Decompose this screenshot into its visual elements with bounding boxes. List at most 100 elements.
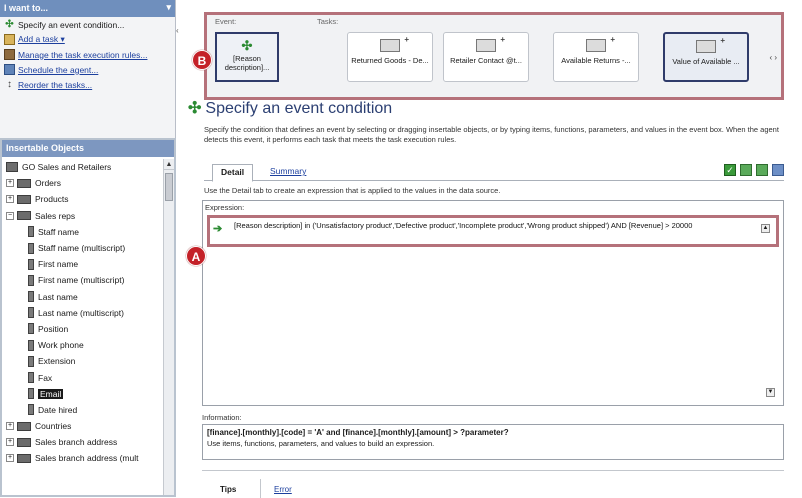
- properties-icon[interactable]: [756, 164, 768, 176]
- event-task-toolbar: Event: Tasks: ✣ [Reason description]... …: [204, 12, 784, 100]
- column-icon: [28, 388, 34, 400]
- tree-node[interactable]: + Sales branch address (mult: [2, 450, 174, 466]
- task-list: ✣ Specify an event condition... Add a task…: [0, 17, 175, 92]
- tree-node[interactable]: Last name (multiscript): [2, 305, 174, 321]
- tips-bar: Tips Error: [202, 470, 784, 498]
- task-card[interactable]: + Retailer Contact @t...: [443, 32, 529, 82]
- tab-bar: Detail Summary ✓: [204, 161, 784, 182]
- tree-node-label: Email: [38, 388, 64, 399]
- information-expression: [finance].[monthly].[code] = 'A' and [fi…: [207, 428, 509, 437]
- task-type-icon: +: [586, 35, 615, 52]
- tree-node-label: GO Sales and Retailers: [22, 162, 112, 173]
- task-card[interactable]: + Returned Goods - De...: [347, 32, 433, 82]
- scroll-tasks-icon[interactable]: ‹ ›: [769, 53, 777, 62]
- tree-node[interactable]: Fax: [2, 369, 174, 385]
- event-card[interactable]: ✣ [Reason description]...: [215, 32, 279, 82]
- insert-icon[interactable]: [740, 164, 752, 176]
- task-link[interactable]: Reorder the tasks...: [18, 80, 92, 90]
- tree-node-label: First name: [38, 259, 79, 270]
- task-link[interactable]: Schedule the agent...: [18, 65, 98, 75]
- column-icon: [28, 258, 34, 270]
- task-pane-header[interactable]: I want to... ▾: [0, 0, 175, 17]
- collapse-pane-icon[interactable]: ‹: [176, 26, 182, 40]
- validate-icon[interactable]: ✓: [724, 164, 736, 176]
- column-icon: [28, 372, 34, 384]
- tree-node-label: Products: [35, 194, 69, 205]
- tree-node[interactable]: Work phone: [2, 337, 174, 353]
- tree-node[interactable]: Staff name (multiscript): [2, 240, 174, 256]
- task-item[interactable]: Add a task ▾: [0, 32, 175, 47]
- tree-node[interactable]: First name (multiscript): [2, 272, 174, 288]
- add-icon: +: [720, 36, 725, 45]
- tree-node[interactable]: Staff name: [2, 224, 174, 240]
- expression-row[interactable]: ➔ [Reason description] in ('Unsatisfacto…: [207, 215, 779, 247]
- tree-node[interactable]: + Countries: [2, 418, 174, 434]
- tree-node-label: Staff name (multiscript): [38, 243, 126, 254]
- add-icon: +: [500, 35, 505, 44]
- tree-node-label: Last name (multiscript): [38, 307, 124, 318]
- callout-badge-a: A: [186, 246, 206, 266]
- table-icon: [17, 194, 31, 204]
- add-task-icon: [4, 34, 15, 45]
- task-label[interactable]: Specify an event condition...: [18, 20, 124, 30]
- tree-node[interactable]: + Orders: [2, 175, 174, 191]
- tree-node[interactable]: GO Sales and Retailers: [2, 159, 174, 175]
- table-icon: [17, 437, 31, 447]
- tree-node[interactable]: Position: [2, 321, 174, 337]
- page-title: ✣ Specify an event condition: [188, 98, 392, 118]
- tree-node[interactable]: + Sales branch address: [2, 434, 174, 450]
- tree-node-label: Orders: [35, 178, 61, 189]
- task-item[interactable]: Schedule the agent...: [0, 62, 175, 77]
- scroll-down-icon[interactable]: ▼: [766, 388, 775, 397]
- schedule-icon: [4, 64, 15, 75]
- tree-scrollbar[interactable]: ▲: [163, 159, 174, 495]
- task-type-icon: +: [696, 36, 725, 53]
- tab-summary[interactable]: Summary: [262, 164, 314, 178]
- tree-node[interactable]: Date hired: [2, 402, 174, 418]
- event-label: Event:: [215, 17, 237, 26]
- expand-toggle-icon[interactable]: +: [6, 438, 14, 447]
- tree-node[interactable]: Extension: [2, 353, 174, 369]
- expand-toggle-icon[interactable]: +: [6, 179, 14, 188]
- scroll-up-icon[interactable]: ▲: [164, 159, 174, 170]
- tree-node-label: Sales reps: [35, 210, 76, 221]
- task-card[interactable]: + Available Returns -...: [553, 32, 639, 82]
- task-card[interactable]: + Value of Available ...: [663, 32, 749, 82]
- callout-badge-b: B: [192, 50, 212, 70]
- tree-node[interactable]: − Sales reps: [2, 208, 174, 224]
- table-icon: [17, 211, 31, 221]
- preview-icon[interactable]: [772, 164, 784, 176]
- column-icon: [28, 307, 34, 319]
- package-icon: [6, 162, 18, 173]
- error-link[interactable]: Error: [274, 485, 292, 494]
- tree-node-label: Work phone: [38, 340, 84, 351]
- insertable-objects-title: Insertable Objects: [6, 143, 85, 153]
- task-item[interactable]: Manage the task execution rules...: [0, 47, 175, 62]
- tree-node-label: Sales branch address (mult: [35, 453, 139, 464]
- task-item[interactable]: ✣ Specify an event condition...: [0, 17, 175, 32]
- tree-node-label: Staff name: [38, 226, 79, 237]
- expand-toggle-icon[interactable]: +: [6, 422, 14, 431]
- scroll-up-icon[interactable]: ▲: [761, 224, 770, 233]
- task-link[interactable]: Manage the task execution rules...: [18, 50, 147, 60]
- expression-text[interactable]: [Reason description] in ('Unsatisfactory…: [234, 221, 748, 231]
- tree-node[interactable]: First name: [2, 256, 174, 272]
- task-item[interactable]: ↕ Reorder the tasks...: [0, 77, 175, 92]
- expand-toggle-icon[interactable]: +: [6, 195, 14, 204]
- task-link[interactable]: Add a task ▾: [18, 34, 65, 45]
- column-icon: [28, 355, 34, 367]
- tree-node[interactable]: + Products: [2, 191, 174, 207]
- tree-node[interactable]: Last name: [2, 289, 174, 305]
- tasks-label: Tasks:: [317, 17, 339, 26]
- tree-node-label: Position: [38, 323, 69, 334]
- arrow-right-icon: ➔: [213, 223, 223, 235]
- expand-toggle-icon[interactable]: +: [6, 454, 14, 463]
- column-icon: [28, 404, 34, 416]
- scroll-thumb[interactable]: [165, 173, 173, 201]
- tree-node[interactable]: Email: [2, 386, 174, 402]
- pane-menu-icon[interactable]: ▾: [166, 2, 171, 13]
- expression-editor[interactable]: Expression: ➔ [Reason description] in ('…: [202, 200, 784, 406]
- expand-toggle-icon[interactable]: −: [6, 211, 14, 220]
- page-title-text: Specify an event condition: [205, 100, 393, 117]
- tab-detail[interactable]: Detail: [212, 164, 254, 182]
